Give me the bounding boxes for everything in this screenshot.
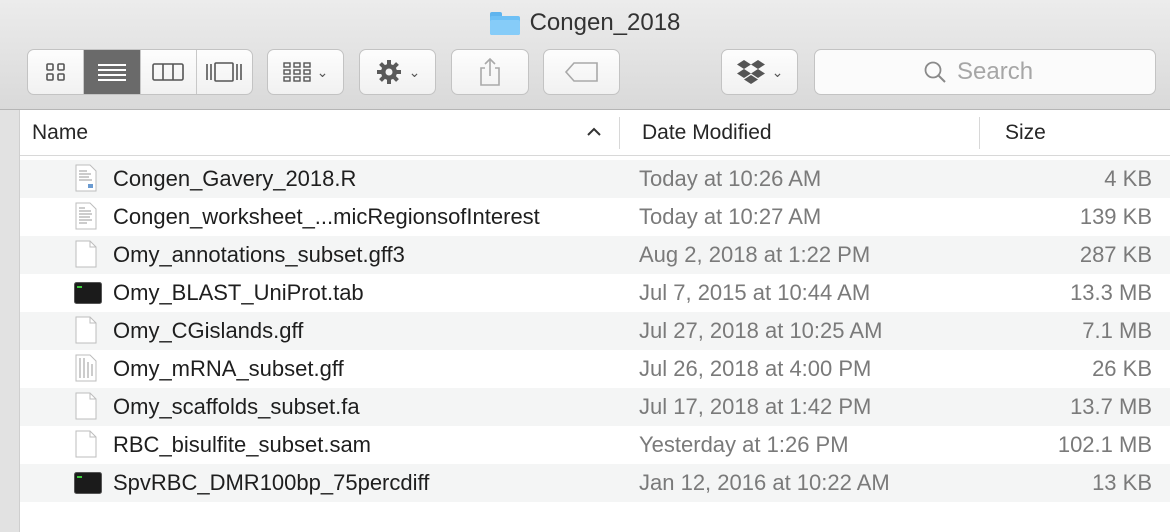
- file-size: 139 KB: [1079, 204, 1152, 229]
- file-name: SpvRBC_DMR100bp_75percdiff: [113, 470, 430, 495]
- file-date: Jul 26, 2018 at 4:00 PM: [639, 356, 872, 381]
- terminal-icon: [74, 282, 102, 304]
- search-input[interactable]: [957, 58, 1047, 86]
- file-row[interactable]: Omy_mRNA_subset.gff Jul 26, 2018 at 4:00…: [20, 350, 1170, 388]
- chevron-down-icon: ⌄: [408, 63, 421, 80]
- search-icon: [924, 61, 946, 83]
- share-button[interactable]: [451, 49, 529, 95]
- file-name: RBC_bisulfite_subset.sam: [113, 432, 372, 457]
- file-date: Jan 12, 2016 at 10:22 AM: [639, 470, 890, 495]
- view-mode-control: [27, 49, 253, 95]
- dropbox-icon: [736, 60, 765, 84]
- document-preview-icon: [75, 202, 97, 230]
- search-field[interactable]: [814, 49, 1156, 95]
- chevron-down-icon: ⌄: [771, 63, 784, 80]
- file-row[interactable]: Omy_scaffolds_subset.fa Jul 17, 2018 at …: [20, 388, 1170, 426]
- blank-document-icon: [75, 316, 97, 344]
- file-date: Today at 10:26 AM: [639, 166, 822, 191]
- tag-icon: [564, 62, 598, 82]
- column-divider[interactable]: [979, 117, 980, 149]
- file-size: 13.7 MB: [1070, 394, 1152, 419]
- file-size: 287 KB: [1079, 242, 1152, 267]
- blank-document-icon: [75, 240, 97, 268]
- file-size: 13.3 MB: [1070, 280, 1152, 305]
- file-name: Omy_BLAST_UniProt.tab: [113, 280, 364, 305]
- list-view-button[interactable]: [84, 50, 141, 94]
- file-size: 13 KB: [1092, 470, 1152, 495]
- file-size: 7.1 MB: [1082, 318, 1152, 343]
- file-date: Jul 27, 2018 at 10:25 AM: [639, 318, 883, 343]
- column-view-button[interactable]: [141, 50, 197, 94]
- file-size: 102.1 MB: [1057, 432, 1152, 457]
- folder-icon: [489, 11, 520, 35]
- file-name: Omy_annotations_subset.gff3: [113, 242, 405, 267]
- file-name: Congen_worksheet_...micRegionsofInterest: [113, 204, 540, 229]
- column-header-size-label: Size: [1005, 121, 1046, 144]
- file-row[interactable]: SpvRBC_DMR100bp_75percdiff Jan 12, 2016 …: [20, 464, 1170, 502]
- column-header-name-label: Name: [32, 121, 89, 144]
- blank-document-icon: [75, 392, 97, 420]
- arrange-grid-icon: [282, 62, 311, 82]
- file-size: 4 KB: [1104, 166, 1152, 191]
- window-title-area: Congen_2018: [0, 6, 1170, 40]
- file-row[interactable]: RBC_bisulfite_subset.sam Yesterday at 1:…: [20, 426, 1170, 464]
- file-name: Omy_CGislands.gff: [113, 318, 304, 343]
- column-header-date-label: Date Modified: [642, 121, 772, 144]
- file-date: Jul 7, 2015 at 10:44 AM: [639, 280, 871, 305]
- toolbar: Congen_2018 ⌄ ⌄ ⌄ Search: [0, 0, 1170, 110]
- gear-icon: [376, 60, 401, 84]
- tag-button[interactable]: [543, 49, 620, 95]
- file-row[interactable]: Congen_worksheet_...micRegionsofInterest…: [20, 198, 1170, 236]
- cover-flow-icon: [206, 62, 243, 82]
- file-date: Aug 2, 2018 at 1:22 PM: [639, 242, 871, 267]
- file-list: Congen_Gavery_2018.R Today at 10:26 AM 4…: [20, 160, 1170, 502]
- blank-document-icon: [75, 430, 97, 458]
- grid-icon: [45, 63, 65, 81]
- file-size: 26 KB: [1092, 356, 1152, 381]
- file-row[interactable]: Omy_CGislands.gff Jul 27, 2018 at 10:25 …: [20, 312, 1170, 350]
- list-icon: [97, 64, 126, 81]
- file-row[interactable]: Omy_BLAST_UniProt.tab Jul 7, 2015 at 10:…: [20, 274, 1170, 312]
- column-header-date[interactable]: Date Modified: [642, 110, 972, 156]
- column-header-row: Name Date Modified Size: [20, 110, 1170, 156]
- column-divider[interactable]: [619, 117, 620, 149]
- action-button[interactable]: ⌄: [359, 49, 436, 95]
- dropbox-button[interactable]: ⌄: [721, 49, 798, 95]
- terminal-icon: [74, 472, 102, 494]
- file-date: Jul 17, 2018 at 1:42 PM: [639, 394, 872, 419]
- file-date: Yesterday at 1:26 PM: [639, 432, 849, 457]
- text-document-icon: [75, 354, 97, 382]
- file-date: Today at 10:27 AM: [639, 204, 822, 229]
- column-header-size[interactable]: Size: [1005, 110, 1155, 156]
- file-name: Omy_scaffolds_subset.fa: [113, 394, 360, 419]
- share-icon: [480, 57, 500, 86]
- columns-icon: [152, 63, 184, 81]
- icon-view-button[interactable]: [28, 50, 85, 94]
- chevron-down-icon: ⌄: [316, 63, 329, 80]
- sort-ascending-icon[interactable]: [586, 122, 602, 142]
- cover-flow-view-button[interactable]: [197, 50, 252, 94]
- column-header-name[interactable]: Name: [32, 110, 622, 156]
- file-row[interactable]: Omy_annotations_subset.gff3 Aug 2, 2018 …: [20, 236, 1170, 274]
- window-title: Congen_2018: [529, 9, 681, 36]
- file-name: Omy_mRNA_subset.gff: [113, 356, 344, 381]
- file-row[interactable]: Congen_Gavery_2018.R Today at 10:26 AM 4…: [20, 160, 1170, 198]
- sidebar-edge: [0, 110, 20, 532]
- r-script-icon: [75, 164, 97, 192]
- arrange-button[interactable]: ⌄: [267, 49, 344, 95]
- file-name: Congen_Gavery_2018.R: [113, 166, 357, 191]
